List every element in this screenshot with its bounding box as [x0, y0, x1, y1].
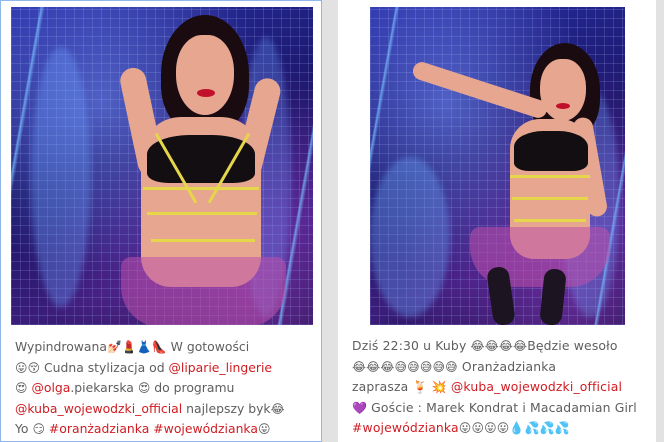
- emoji-icon: 😂😂😂😂: [470, 339, 528, 353]
- emoji-icon: 😛😚: [15, 360, 41, 375]
- caption-text: Dziś 22:30 u Kuby: [352, 338, 471, 353]
- caption-text: Goście : Marek Kondrat i Macadamian Girl: [367, 399, 637, 415]
- mention-link[interactable]: @kuba_wojewodzki_official: [15, 401, 182, 416]
- emoji-icon: 😍: [137, 381, 151, 395]
- caption-text: zaprasza: [352, 379, 413, 394]
- caption-text: Wypindrowana: [15, 339, 107, 354]
- emoji-icon: 😛: [257, 422, 271, 436]
- emoji-icon: 😂: [270, 401, 285, 416]
- photo-glow: [31, 47, 91, 307]
- post-photo[interactable]: [370, 7, 625, 325]
- hashtag-link[interactable]: #wojewódzianka: [153, 421, 258, 436]
- caption-line: Yo 😏 #oranżadzianka #wojewódzianka😛: [15, 419, 315, 440]
- caption-text: do programu: [150, 380, 235, 395]
- mention-link[interactable]: @kuba_wojewodzki_official: [451, 379, 622, 394]
- caption-line: 😍 @olga.piekarska 😍 do programu: [15, 378, 315, 399]
- post-card-left: Wypindrowana💅🏻💄👗👠 W gotowości 😛😚 Cudna s…: [0, 0, 322, 442]
- caption-text: .piekarska: [70, 380, 138, 395]
- emoji-icon: 💅🏻💄👗👠: [106, 340, 167, 354]
- emoji-icon: 🍹: [412, 380, 428, 394]
- figure-bra: [514, 131, 588, 171]
- caption-line: Dziś 22:30 u Kuby 😂😂😂😂Będzie wesoło: [352, 336, 654, 357]
- post-photo[interactable]: [11, 7, 313, 325]
- figure-lips: [197, 89, 215, 97]
- caption-line: Wypindrowana💅🏻💄👗👠 W gotowości: [15, 337, 315, 358]
- harness-strap: [147, 212, 257, 215]
- emoji-icon: 😍: [15, 381, 28, 395]
- emoji-icon: 💥: [431, 380, 447, 394]
- harness-strap: [510, 175, 590, 178]
- photo-glow: [370, 157, 450, 317]
- harness-strap: [512, 197, 588, 200]
- caption-text: Cudna stylizacja od: [40, 359, 169, 375]
- mention-link[interactable]: @olga: [31, 380, 70, 395]
- emoji-icon: 💜: [352, 400, 368, 415]
- caption-text: najlepszy byk: [182, 400, 271, 416]
- caption-text: W gotowości: [166, 339, 250, 354]
- caption-line: #wojewódzianka😛😛😛😛💧💦💦💦: [352, 418, 654, 439]
- emoji-icon: 😂😂😂😅😅😅😅😅: [352, 359, 458, 374]
- hashtag-link[interactable]: #oranżadzianka: [49, 421, 149, 436]
- caption-line: @kuba_wojewodzki_official najlepszy byk😂: [15, 399, 315, 420]
- figure-skirt: [121, 257, 286, 325]
- emoji-icon: 😏: [32, 422, 45, 436]
- post-caption: Dziś 22:30 u Kuby 😂😂😂😂Będzie wesoło 😂😂😂😅…: [352, 336, 654, 439]
- caption-line: 😂😂😂😅😅😅😅😅 Oranżadzianka: [352, 357, 654, 378]
- hashtag-link[interactable]: #wojewódzianka: [352, 420, 459, 435]
- caption-line: 😛😚 Cudna stylizacja od @liparie_lingerie: [15, 358, 315, 379]
- harness-strap: [514, 219, 586, 222]
- post-card-right: Dziś 22:30 u Kuby 😂😂😂😂Będzie wesoło 😂😂😂😅…: [338, 0, 656, 442]
- emoji-icon: 😛😛😛😛💧💦💦💦: [458, 421, 570, 435]
- harness-strap: [151, 239, 255, 242]
- caption-text: Będzie wesoło: [527, 338, 618, 353]
- caption-text: Yo: [15, 421, 33, 436]
- mention-link[interactable]: @liparie_lingerie: [169, 360, 272, 375]
- figure-face: [176, 35, 234, 115]
- caption-line: 💜 Goście : Marek Kondrat i Macadamian Gi…: [352, 398, 654, 419]
- caption-line: zaprasza 🍹 💥 @kuba_wojewodzki_official: [352, 377, 654, 398]
- caption-text: Oranżadzianka: [457, 358, 557, 374]
- figure-lips: [556, 103, 570, 109]
- figure-face: [540, 59, 586, 121]
- harness-strap: [143, 187, 259, 190]
- post-caption: Wypindrowana💅🏻💄👗👠 W gotowości 😛😚 Cudna s…: [15, 337, 315, 440]
